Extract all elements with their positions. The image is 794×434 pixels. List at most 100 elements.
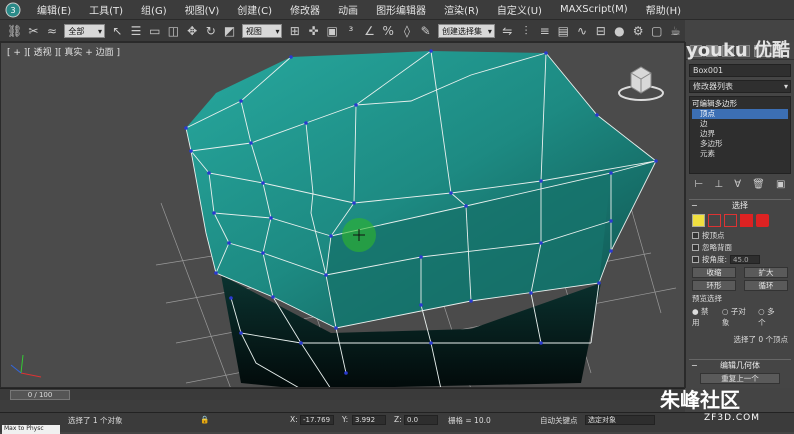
ring-button[interactable]: 环形	[692, 280, 736, 291]
ref-coord-select[interactable]: 视图	[241, 23, 283, 39]
modifier-list-select[interactable]: 修改器列表	[689, 80, 791, 93]
border-mode-icon[interactable]	[724, 214, 737, 227]
stack-item-editable-poly[interactable]: 可编辑多边形	[692, 99, 788, 109]
pivot-icon[interactable]: ⊞	[288, 24, 301, 38]
community-watermark: 朱峰社区	[660, 388, 740, 412]
edit-geometry-rollout-title[interactable]: − 编辑几何体	[689, 359, 791, 371]
render-icon[interactable]: ☕	[669, 24, 682, 38]
maxscript-listener[interactable]: Max to Physc	[2, 425, 60, 434]
rotate-icon[interactable]: ↻	[204, 24, 217, 38]
bind-icon[interactable]: ≈	[46, 24, 59, 38]
stack-item-vertex[interactable]: 顶点	[692, 109, 788, 119]
menu-edit[interactable]: 编辑(E)	[28, 2, 80, 17]
curve-editor-icon[interactable]: ∿	[576, 24, 589, 38]
configure-sets-icon[interactable]: ▣	[776, 179, 785, 190]
preview-selection-radios: ● 禁用 ○ 子对象 ○ 多个	[692, 306, 788, 328]
named-selection-select[interactable]: 创建选择集	[437, 23, 495, 39]
angle-snap-icon[interactable]: ∠	[363, 24, 376, 38]
layer-icon[interactable]: ≡	[538, 24, 551, 38]
menu-tools[interactable]: 工具(T)	[80, 2, 132, 17]
y-coord-field[interactable]: 3.992	[352, 415, 386, 425]
menu-create[interactable]: 创建(C)	[228, 2, 281, 17]
zf3d-watermark: 朱峰社区 ZF3D.COM	[660, 384, 760, 423]
z-coord-field[interactable]: 0.0	[404, 415, 438, 425]
track-bar[interactable]	[0, 400, 685, 412]
stack-item-polygon[interactable]: 多边形	[692, 139, 788, 149]
graphite-icon[interactable]: ▤	[557, 24, 570, 38]
menu-views[interactable]: 视图(V)	[176, 2, 229, 17]
viewport-scene	[10, 49, 677, 387]
modifier-stack[interactable]: 可编辑多边形 顶点 边 边界 多边形 元素	[689, 96, 791, 174]
menu-animation[interactable]: 动画	[329, 2, 367, 17]
preview-disabled-radio[interactable]: ● 禁用	[692, 306, 717, 328]
make-unique-icon[interactable]: ∀	[734, 179, 741, 190]
selection-rollout-title[interactable]: − 选择	[689, 199, 791, 211]
z-label: Z:	[394, 415, 402, 424]
spinner-snap-icon[interactable]: ◊	[401, 24, 414, 38]
select-manipulate-icon[interactable]: ✜	[307, 24, 320, 38]
pin-stack-icon[interactable]: ⊢	[695, 179, 704, 190]
mirror-icon[interactable]: ⇋	[501, 24, 514, 38]
shrink-button[interactable]: 收缩	[692, 267, 736, 278]
ignore-backfacing-checkbox[interactable]: 忽略背面	[692, 242, 788, 253]
move-icon[interactable]: ✥	[186, 24, 199, 38]
percent-snap-icon[interactable]: %	[382, 24, 395, 38]
svg-text:3: 3	[10, 6, 15, 15]
app-icon[interactable]: 3	[4, 1, 22, 19]
stack-item-border[interactable]: 边界	[692, 129, 788, 139]
by-vertex-checkbox[interactable]: 按顶点	[692, 230, 788, 241]
selection-status: 选择了 0 个顶点	[733, 335, 788, 344]
window-crossing-icon[interactable]: ◫	[167, 24, 180, 38]
keyboard-shortcut-icon[interactable]: ▣	[326, 24, 339, 38]
lock-icon[interactable]: 🔒	[200, 415, 209, 424]
x-label: X:	[290, 415, 298, 424]
align-icon[interactable]: ⫶	[520, 24, 533, 38]
viewcube-icon[interactable]	[616, 61, 666, 103]
element-mode-icon[interactable]	[756, 214, 769, 227]
selection-filter-select[interactable]: 全部	[64, 23, 106, 39]
object-name-field[interactable]: Box001	[689, 64, 791, 77]
time-slider-bar[interactable]: 0 / 100	[0, 388, 685, 400]
viewport-label[interactable]: [ + ][ 透视 ][ 真实 + 边面 ]	[7, 45, 120, 58]
loop-button[interactable]: 循环	[744, 280, 788, 291]
menu-rendering[interactable]: 渲染(R)	[435, 2, 488, 17]
snap-icon[interactable]: ³	[345, 24, 358, 38]
angle-spinner[interactable]: 45.0	[730, 255, 761, 264]
grid-size: 栅格 = 10.0	[448, 416, 491, 425]
stack-buttons: ⊢ ⊥ ∀ 🗑 ▣	[689, 177, 791, 191]
menu-customize[interactable]: 自定义(U)	[488, 2, 551, 17]
material-editor-icon[interactable]: ●	[613, 24, 626, 38]
auto-key-label[interactable]: 自动关键点	[540, 415, 578, 426]
unlink-icon[interactable]: ✂	[27, 24, 40, 38]
time-slider[interactable]: 0 / 100	[10, 390, 70, 400]
menu-modifiers[interactable]: 修改器	[281, 2, 329, 17]
menu-help[interactable]: 帮助(H)	[637, 2, 690, 17]
grow-button[interactable]: 扩大	[744, 267, 788, 278]
vertex-mode-icon[interactable]	[692, 214, 705, 227]
schematic-icon[interactable]: ⊟	[594, 24, 607, 38]
link-icon[interactable]: ⛓	[7, 24, 22, 38]
scale-icon[interactable]: ◩	[223, 24, 236, 38]
stack-item-edge[interactable]: 边	[692, 119, 788, 129]
edit-named-sel-icon[interactable]: ✎	[419, 24, 432, 38]
repeat-last-button[interactable]: 重复上一个	[700, 373, 780, 384]
show-end-result-icon[interactable]: ⊥	[714, 179, 723, 190]
render-frame-icon[interactable]: ▢	[650, 24, 663, 38]
perspective-viewport[interactable]: [ + ][ 透视 ][ 真实 + 边面 ]	[0, 42, 685, 388]
polygon-mode-icon[interactable]	[740, 214, 753, 227]
remove-modifier-icon[interactable]: 🗑	[752, 179, 765, 190]
select-object-icon[interactable]: ↖	[111, 24, 124, 38]
menu-group[interactable]: 组(G)	[132, 2, 176, 17]
preview-multi-radio[interactable]: ○ 多个	[758, 306, 783, 328]
preview-subobject-radio[interactable]: ○ 子对象	[722, 306, 753, 328]
stack-item-element[interactable]: 元素	[692, 149, 788, 159]
render-setup-icon[interactable]: ⚙	[632, 24, 645, 38]
by-angle-checkbox[interactable]: 按角度: 45.0	[692, 254, 788, 265]
selected-object-select[interactable]: 选定对象	[585, 415, 655, 425]
menu-maxscript[interactable]: MAXScript(M)	[551, 4, 637, 15]
rect-selection-icon[interactable]: ▭	[148, 24, 161, 38]
menu-graph-editors[interactable]: 图形编辑器	[367, 2, 435, 17]
x-coord-field[interactable]: -17.769	[300, 415, 334, 425]
select-by-name-icon[interactable]: ☰	[130, 24, 143, 38]
edge-mode-icon[interactable]	[708, 214, 721, 227]
